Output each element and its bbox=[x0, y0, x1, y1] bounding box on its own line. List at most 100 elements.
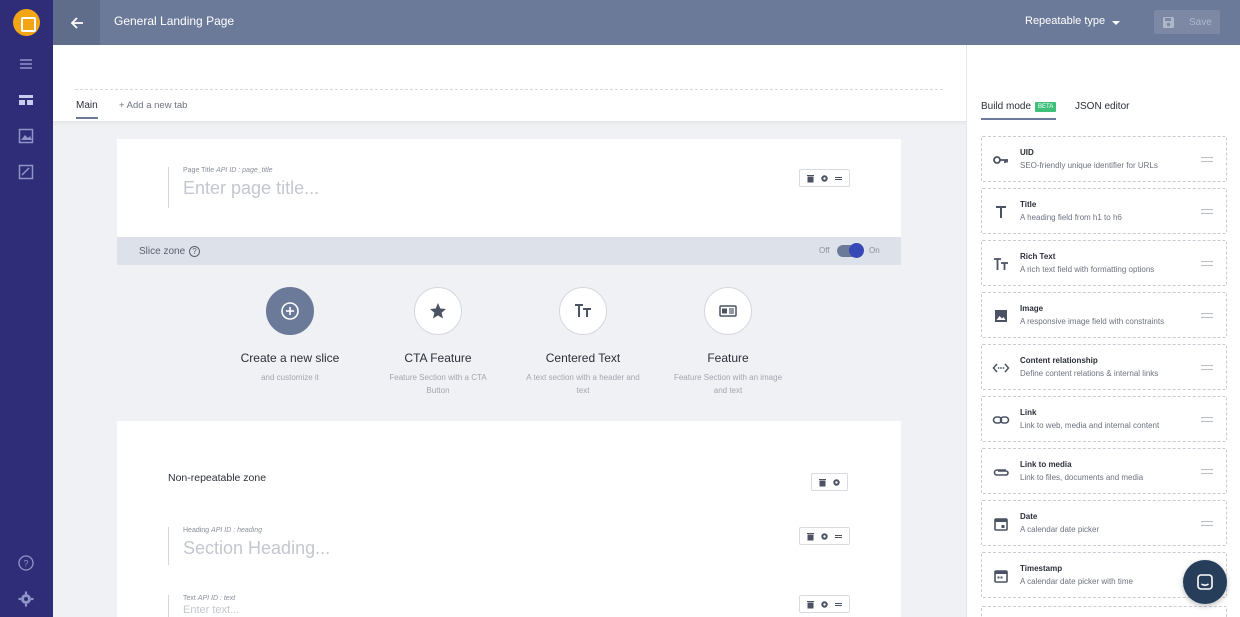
repeatable-type-dropdown[interactable]: Repeatable type bbox=[1025, 15, 1105, 27]
widgets-panel: Build mode BETA JSON editor UID SEO-frien… bbox=[966, 45, 1240, 617]
gear-icon[interactable] bbox=[820, 600, 829, 609]
page-title-field[interactable]: Page Title API ID : page_title Enter pag… bbox=[168, 167, 319, 208]
field-tools bbox=[799, 595, 850, 613]
trash-icon[interactable] bbox=[818, 478, 827, 487]
slice-desc: Feature Section with a CTA Button bbox=[389, 373, 487, 395]
widget-uid[interactable]: UID SEO-friendly unique identifier for U… bbox=[981, 136, 1227, 182]
widget-title: Rich Text bbox=[1020, 252, 1056, 261]
drag-handle-icon[interactable] bbox=[1201, 521, 1213, 526]
slice-feature[interactable]: Feature Feature Section with an image an… bbox=[668, 287, 788, 397]
slice-name: Feature bbox=[707, 351, 749, 365]
gear-icon[interactable] bbox=[820, 174, 829, 183]
plus-circle-icon[interactable] bbox=[266, 287, 314, 335]
drag-handle-icon[interactable] bbox=[1201, 209, 1213, 214]
add-tab-button[interactable]: + Add a new tab bbox=[119, 100, 187, 111]
tab-build-mode[interactable]: Build mode BETA bbox=[981, 101, 1057, 120]
drag-handle-icon[interactable] bbox=[1201, 261, 1213, 266]
drag-handle-icon[interactable] bbox=[1201, 157, 1213, 162]
trash-icon[interactable] bbox=[806, 600, 815, 609]
tab-main[interactable]: Main bbox=[76, 100, 98, 119]
field-tools bbox=[799, 169, 850, 187]
settings-icon[interactable] bbox=[17, 590, 35, 608]
drag-handle-icon[interactable] bbox=[834, 600, 843, 609]
slice-zone-bar: Slice zone ? Off On bbox=[117, 237, 901, 265]
field-tools bbox=[799, 527, 850, 545]
list-icon[interactable] bbox=[17, 55, 35, 73]
slice-choices: Create a new slice and customize it CTA … bbox=[117, 265, 901, 421]
zone-tools bbox=[811, 473, 848, 491]
trash-icon[interactable] bbox=[806, 174, 815, 183]
widget-title[interactable]: Title A heading field from h1 to h6 bbox=[981, 188, 1227, 234]
save-icon bbox=[1163, 16, 1174, 28]
slice-desc: and customize it bbox=[261, 373, 319, 382]
relationship-icon bbox=[992, 359, 1010, 377]
trash-icon[interactable] bbox=[806, 532, 815, 541]
drag-handle-icon[interactable] bbox=[1201, 365, 1213, 370]
slice-centered-text[interactable]: Centered Text A text section with a head… bbox=[523, 287, 643, 397]
widget-title: Title bbox=[1020, 200, 1037, 209]
widget-desc: A calendar date picker bbox=[1020, 525, 1100, 534]
widget-title: Content relationship bbox=[1020, 356, 1098, 365]
toggle-on-label: On bbox=[869, 246, 880, 255]
drag-handle-icon[interactable] bbox=[834, 174, 843, 183]
non-repeatable-label: Non-repeatable zone bbox=[168, 472, 267, 484]
left-nav: ? bbox=[0, 0, 53, 617]
widget-title: Timestamp bbox=[1020, 564, 1063, 573]
field-api-id: API ID : heading bbox=[211, 527, 263, 534]
widget-rich-text[interactable]: Rich Text A rich text field with formatt… bbox=[981, 240, 1227, 286]
slice-cta-feature[interactable]: CTA Feature Feature Section with a CTA B… bbox=[378, 287, 498, 397]
field-api-id: API ID : page_title bbox=[216, 167, 273, 174]
toggle-off-label: Off bbox=[819, 246, 830, 255]
drag-handle-icon[interactable] bbox=[1201, 417, 1213, 422]
svg-text:?: ? bbox=[23, 559, 28, 569]
chat-support-button[interactable] bbox=[1183, 560, 1227, 604]
help-icon[interactable]: ? bbox=[189, 246, 200, 257]
link-icon bbox=[992, 411, 1010, 429]
heading-field[interactable]: Heading API ID : heading Section Heading… bbox=[168, 527, 330, 565]
text-field[interactable]: Text API ID : text Enter text... bbox=[168, 595, 239, 617]
calendar-clock-icon bbox=[992, 567, 1010, 585]
calendar-icon bbox=[992, 515, 1010, 533]
tab-json-editor[interactable]: JSON editor bbox=[1075, 101, 1129, 112]
widget-title: Image bbox=[1020, 304, 1044, 313]
drag-handle-icon[interactable] bbox=[1201, 469, 1213, 474]
drag-handle-icon[interactable] bbox=[834, 532, 843, 541]
widget-date[interactable]: Date A calendar date picker bbox=[981, 500, 1227, 546]
divider bbox=[75, 89, 943, 90]
widget-desc: SEO-friendly unique identifier for URLs bbox=[1020, 161, 1158, 170]
releases-icon[interactable] bbox=[17, 163, 35, 181]
app-logo-icon[interactable] bbox=[13, 9, 40, 36]
star-icon[interactable] bbox=[414, 287, 462, 335]
media-icon[interactable] bbox=[17, 127, 35, 145]
chevron-down-icon[interactable] bbox=[1112, 21, 1120, 25]
widget-content-relationship[interactable]: Content relationship Define content rela… bbox=[981, 344, 1227, 390]
slice-zone-toggle[interactable] bbox=[837, 243, 864, 258]
image-text-icon[interactable] bbox=[704, 287, 752, 335]
custom-types-icon[interactable] bbox=[17, 91, 35, 109]
help-icon[interactable]: ? bbox=[17, 554, 35, 572]
gear-icon[interactable] bbox=[832, 478, 841, 487]
text-icon[interactable] bbox=[559, 287, 607, 335]
gear-icon[interactable] bbox=[820, 532, 829, 541]
page-title-input[interactable]: Enter page title... bbox=[183, 178, 319, 199]
heading-input[interactable]: Section Heading... bbox=[183, 538, 330, 559]
widget-desc: Link to files, documents and media bbox=[1020, 473, 1144, 482]
widget-link-to-media[interactable]: Link to media Link to files, documents a… bbox=[981, 448, 1227, 494]
slice-create-new[interactable]: Create a new slice and customize it bbox=[230, 287, 350, 384]
widget-link[interactable]: Link Link to web, media and internal con… bbox=[981, 396, 1227, 442]
drag-handle-icon[interactable] bbox=[1201, 313, 1213, 318]
image-icon bbox=[992, 307, 1010, 325]
text-input[interactable]: Enter text... bbox=[183, 604, 239, 616]
widget-next[interactable] bbox=[981, 606, 1227, 617]
back-arrow-icon[interactable] bbox=[53, 0, 100, 45]
slice-name: CTA Feature bbox=[404, 351, 472, 365]
widget-desc: Link to web, media and internal content bbox=[1020, 421, 1160, 430]
slice-name: Create a new slice bbox=[240, 351, 340, 365]
rich-text-icon bbox=[992, 255, 1010, 273]
widget-desc: Define content relations & internal link… bbox=[1020, 369, 1159, 378]
title-icon bbox=[992, 203, 1010, 221]
save-button[interactable]: Save bbox=[1154, 10, 1220, 34]
widget-title: Date bbox=[1020, 512, 1038, 521]
widget-desc: A calendar date picker with time bbox=[1020, 577, 1133, 586]
widget-image[interactable]: Image A responsive image field with cons… bbox=[981, 292, 1227, 338]
